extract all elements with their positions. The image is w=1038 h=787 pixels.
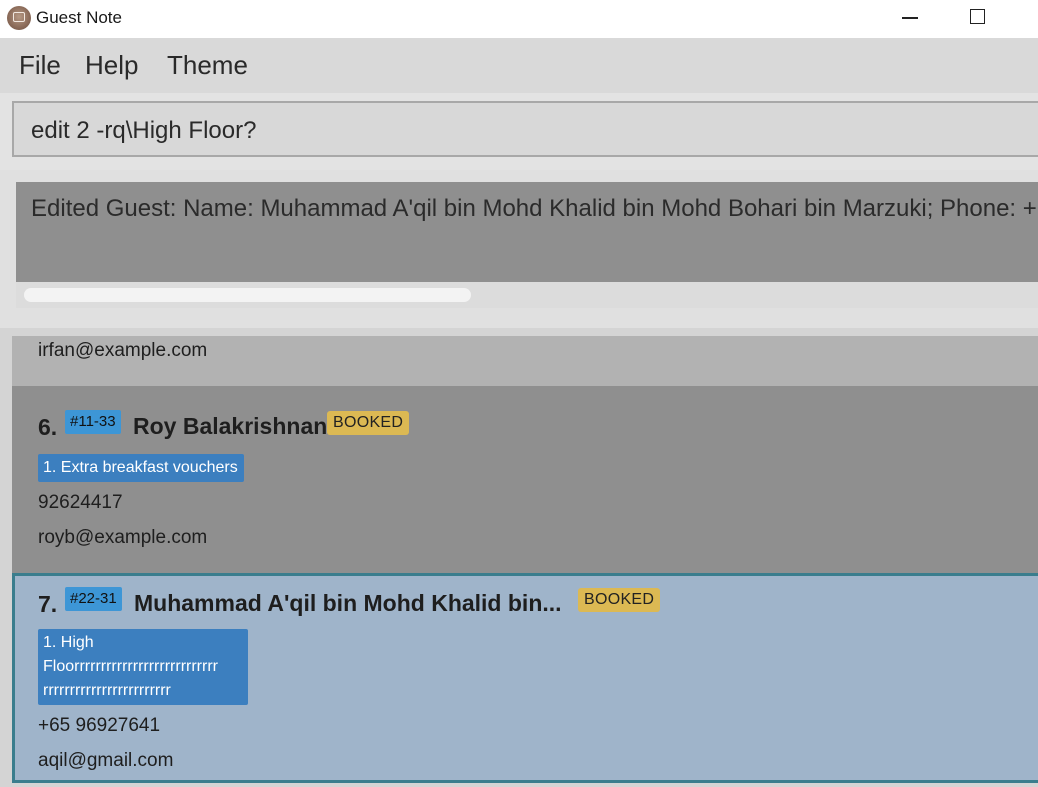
request-tag: 1. Extra breakfast vouchers <box>38 454 244 482</box>
status-badge: BOOKED <box>327 411 410 435</box>
guest-card[interactable]: irfan@example.com <box>12 336 1038 386</box>
command-input-value: edit 2 -rq\High Floor? <box>31 117 257 144</box>
command-input[interactable]: edit 2 -rq\High Floor? <box>12 101 1038 157</box>
request-line: rrrrrrrrrrrrrrrrrrrrrrrr <box>43 682 171 699</box>
menu-help[interactable]: Help <box>85 50 138 81</box>
menu-file[interactable]: File <box>19 50 61 81</box>
guest-phone: +65 96927641 <box>38 715 161 736</box>
guest-list[interactable]: irfan@example.com 6. #11-33 Roy Balakris… <box>0 328 1038 787</box>
guest-phone: 92624417 <box>38 492 123 513</box>
status-badge: BOOKED <box>578 588 661 612</box>
guest-email: aqil@gmail.com <box>38 750 174 771</box>
guest-name: Muhammad A'qil bin Mohd Khalid bin... <box>134 590 562 616</box>
window-title: Guest Note <box>36 8 122 27</box>
result-message: Edited Guest: Name: Muhammad A'qil bin M… <box>31 195 1038 222</box>
room-tag: #22-31 <box>65 587 122 611</box>
result-area: Edited Guest: Name: Muhammad A'qil bin M… <box>0 170 1038 328</box>
request-line: Floorrrrrrrrrrrrrrrrrrrrrrrrrrr <box>43 658 218 675</box>
guest-card-selected[interactable]: 7. #22-31 Muhammad A'qil bin Mohd Khalid… <box>12 573 1038 783</box>
guest-index: 6. <box>38 414 58 440</box>
minimize-icon[interactable] <box>880 0 940 38</box>
guest-email: royb@example.com <box>38 527 208 548</box>
maximize-icon[interactable] <box>948 0 1008 38</box>
scrollbar-thumb[interactable] <box>24 288 471 302</box>
result-horizontal-scrollbar[interactable] <box>16 282 1038 308</box>
menu-theme[interactable]: Theme <box>167 50 248 81</box>
guest-index: 7. <box>38 591 58 617</box>
menu-bar: File Help Theme <box>0 38 1038 93</box>
command-area: edit 2 -rq\High Floor? <box>0 93 1038 170</box>
result-display: Edited Guest: Name: Muhammad A'qil bin M… <box>16 182 1038 282</box>
guest-card[interactable]: 6. #11-33 Roy Balakrishnan BOOKED 1. Ext… <box>12 386 1038 573</box>
app-logo-icon <box>7 6 31 30</box>
guest-name: Roy Balakrishnan <box>133 413 328 439</box>
room-tag: #11-33 <box>65 410 121 434</box>
title-bar: Guest Note <box>0 0 1038 38</box>
request-tag: 1. High Floorrrrrrrrrrrrrrrrrrrrrrrrrrr … <box>38 629 248 705</box>
guest-email: irfan@example.com <box>38 340 208 361</box>
request-line: 1. High <box>43 634 94 651</box>
